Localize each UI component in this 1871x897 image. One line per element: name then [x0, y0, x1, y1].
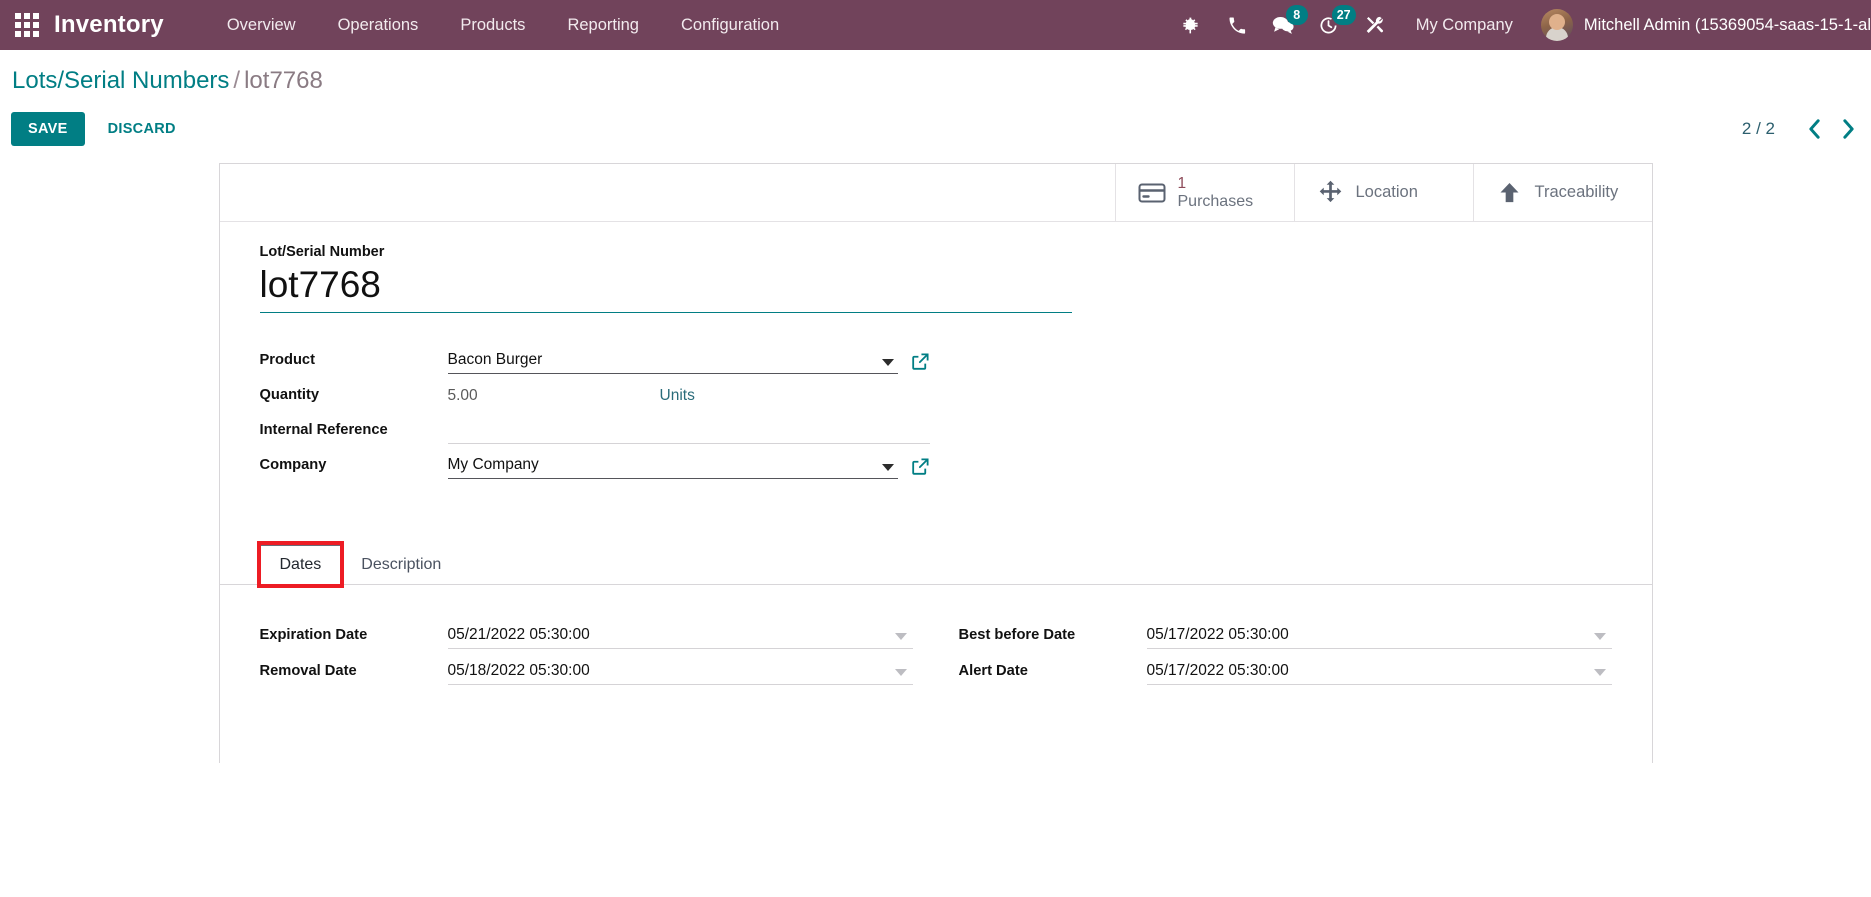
- smart-button-purchases-text: 1 Purchases: [1178, 175, 1254, 210]
- menu-item-overview[interactable]: Overview: [206, 2, 317, 49]
- dates-right-column: Best before Date Alert Date: [959, 613, 1612, 685]
- expiration-date-input[interactable]: [447, 625, 913, 649]
- notebook-tab-list: Dates Description: [219, 540, 1652, 588]
- form-view-container: 1 Purchases Location Traceability Lot/Se…: [0, 147, 1871, 764]
- product-value-wrap: [447, 350, 930, 374]
- field-row-quantity: Quantity Units: [260, 374, 930, 409]
- tools-icon[interactable]: [1352, 0, 1398, 50]
- expiration-date-value-wrap: [447, 625, 913, 649]
- apps-grid-icon[interactable]: [12, 10, 42, 40]
- removal-date-input[interactable]: [447, 661, 913, 685]
- best-before-date-label: Best before Date: [958, 626, 1076, 643]
- menu-item-configuration[interactable]: Configuration: [660, 2, 800, 49]
- chat-icon[interactable]: 8: [1260, 0, 1308, 50]
- product-input[interactable]: [447, 350, 898, 374]
- field-row-expiration-date: Expiration Date: [260, 613, 913, 649]
- save-button[interactable]: SAVE: [11, 112, 85, 147]
- tab-dates[interactable]: Dates: [256, 540, 345, 588]
- field-row-company: Company: [260, 444, 930, 479]
- top-navbar: Inventory Overview Operations Products R…: [0, 0, 1871, 50]
- activity-clock-icon[interactable]: 27: [1306, 0, 1356, 50]
- notebook-page-dates: Expiration Date Removal Date: [220, 585, 1652, 685]
- main-field-group: Product Bacon Burger Quantity 5.00 Units…: [260, 339, 930, 479]
- field-row-best-before-date: Best before Date: [959, 613, 1612, 649]
- alert-date-value-wrap: [1146, 661, 1612, 685]
- alert-date-label: Alert Date: [958, 662, 1028, 679]
- breadcrumb-current-record: lot7768: [244, 67, 323, 94]
- quantity-label: Quantity: [259, 386, 320, 403]
- navbar-right-tools: 8 27 My Company Mitchell Admin (15369054…: [1168, 0, 1871, 50]
- avatar: [1540, 9, 1573, 41]
- navbar-company-switcher[interactable]: My Company: [1398, 16, 1531, 35]
- pager-counter[interactable]: 2 / 2: [1742, 119, 1797, 139]
- control-panel: Lots/Serial Numbers / lot7768 SAVE DISCARD…: [0, 50, 1871, 148]
- arrow-up-icon: [1496, 179, 1523, 206]
- smart-button-purchases[interactable]: 1 Purchases: [1114, 164, 1294, 222]
- internal-reference-input[interactable]: [447, 420, 930, 444]
- product-internal-link-icon[interactable]: [911, 352, 930, 374]
- best-before-date-value-wrap: [1146, 625, 1612, 649]
- menu-item-operations[interactable]: Operations: [317, 2, 440, 49]
- user-name-label: Mitchell Admin (15369054-saas-15-1-al: [1583, 15, 1871, 34]
- internal-reference-value-wrap: [447, 420, 930, 444]
- smart-button-box: 1 Purchases Location Traceability: [219, 164, 1652, 223]
- location-label: Location: [1355, 183, 1418, 202]
- menu-item-products[interactable]: Products: [439, 2, 546, 49]
- app-brand-inventory[interactable]: Inventory: [54, 11, 164, 39]
- internal-reference-label: Internal Reference: [259, 421, 388, 438]
- expiration-date-label: Expiration Date: [259, 626, 368, 643]
- control-panel-actions: SAVE DISCARD 2 / 2: [0, 111, 1871, 147]
- company-internal-link-icon[interactable]: [911, 457, 930, 479]
- purchases-label: Purchases: [1177, 192, 1254, 210]
- move-arrows-icon: [1317, 179, 1344, 206]
- lot-serial-number-label: Lot/Serial Number: [259, 244, 385, 261]
- chevron-right-icon[interactable]: [1831, 112, 1865, 146]
- tab-description[interactable]: Description: [341, 545, 461, 584]
- credit-card-icon: [1138, 182, 1166, 204]
- notebook: Dates Description Expiration Date Remova…: [219, 540, 1652, 685]
- field-row-product: Product: [260, 339, 930, 374]
- quantity-input: [447, 386, 878, 409]
- smart-button-location[interactable]: Location: [1293, 164, 1473, 222]
- purchases-count: 1: [1177, 175, 1187, 193]
- company-label: Company: [259, 456, 327, 473]
- phone-icon[interactable]: [1214, 0, 1260, 50]
- menu-item-reporting[interactable]: Reporting: [546, 2, 660, 49]
- company-value-wrap: [447, 455, 930, 479]
- discard-button[interactable]: DISCARD: [92, 112, 192, 146]
- field-row-removal-date: Removal Date: [260, 649, 913, 685]
- best-before-date-input[interactable]: [1146, 625, 1612, 649]
- breadcrumb-separator: /: [233, 67, 241, 94]
- chat-badge-count: 8: [1285, 5, 1308, 25]
- company-input[interactable]: [447, 455, 898, 479]
- dates-left-column: Expiration Date Removal Date: [260, 613, 913, 685]
- breadcrumb-root-link[interactable]: Lots/Serial Numbers: [12, 67, 229, 94]
- field-row-alert-date: Alert Date: [959, 649, 1612, 685]
- chevron-left-icon[interactable]: [1797, 112, 1831, 146]
- smart-button-traceability[interactable]: Traceability: [1472, 164, 1652, 222]
- product-label: Product: [259, 351, 316, 368]
- form-sheet: 1 Purchases Location Traceability Lot/Se…: [218, 163, 1653, 764]
- quantity-value-wrap: Units: [447, 386, 930, 409]
- sheet-body: Lot/Serial Number Product: [220, 222, 1652, 479]
- alert-date-input[interactable]: [1146, 661, 1612, 685]
- bug-icon[interactable]: [1168, 0, 1214, 50]
- title-block: Lot/Serial Number: [259, 244, 1612, 313]
- removal-date-value-wrap: [447, 661, 913, 685]
- lot-serial-number-input[interactable]: [259, 264, 1072, 313]
- breadcrumb: Lots/Serial Numbers / lot7768: [0, 67, 1871, 94]
- main-menu: Overview Operations Products Reporting C…: [206, 2, 800, 49]
- traceability-label: Traceability: [1534, 183, 1619, 202]
- record-pager: 2 / 2: [1742, 112, 1871, 146]
- removal-date-label: Removal Date: [259, 662, 357, 679]
- field-row-internal-reference: Internal Reference: [260, 409, 930, 444]
- user-menu[interactable]: Mitchell Admin (15369054-saas-15-1-al: [1531, 9, 1871, 41]
